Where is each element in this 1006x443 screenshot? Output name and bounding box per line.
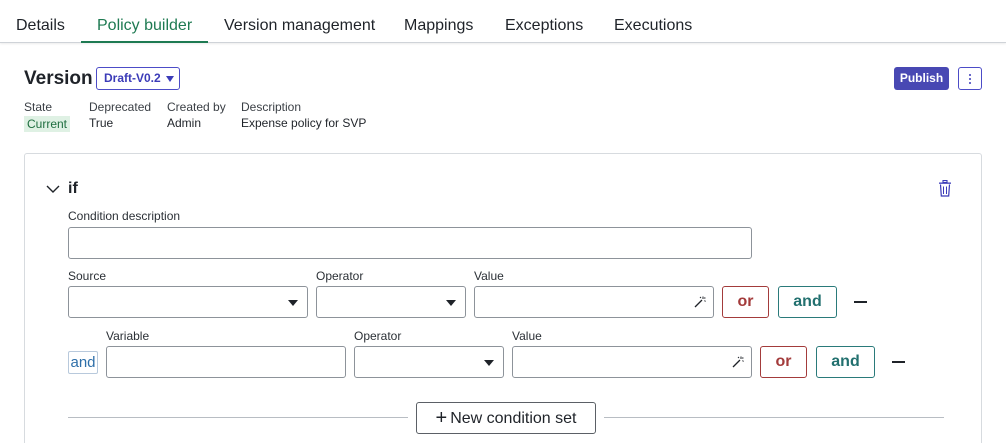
magic-wand-icon[interactable] xyxy=(732,356,744,368)
meta-deprecated: Deprecated True xyxy=(89,100,151,130)
tab-executions[interactable]: Executions xyxy=(614,0,692,43)
meta-created-by-label: Created by xyxy=(167,100,226,114)
value-label: Value xyxy=(474,269,504,283)
meta-description: Description Expense policy for SVP xyxy=(241,100,366,130)
variable-input[interactable] xyxy=(106,346,346,378)
operator-select[interactable] xyxy=(316,286,466,318)
new-condition-set-button[interactable]: + New condition set xyxy=(416,402,596,434)
tab-bar: Details Policy builder Version managemen… xyxy=(0,0,1006,43)
meta-state: State Current xyxy=(24,100,71,132)
chevron-down-icon[interactable] xyxy=(46,184,60,194)
meta-state-label: State xyxy=(24,100,53,114)
value-label-2: Value xyxy=(512,329,542,343)
caret-down-icon xyxy=(166,76,174,82)
status-badge: Current xyxy=(24,116,71,132)
operator-label: Operator xyxy=(316,269,364,283)
trash-icon[interactable] xyxy=(938,180,952,197)
divider-right xyxy=(604,417,944,418)
caret-down-icon xyxy=(288,300,298,306)
meta-deprecated-label: Deprecated xyxy=(89,100,152,114)
tab-details[interactable]: Details xyxy=(16,0,65,43)
condition-keyword: if xyxy=(68,180,78,197)
variable-label: Variable xyxy=(106,329,150,343)
or-button[interactable]: or xyxy=(722,286,769,318)
new-condition-set-label: New condition set xyxy=(450,410,577,427)
caret-down-icon xyxy=(446,300,456,306)
divider-left xyxy=(68,417,408,418)
magic-wand-icon[interactable] xyxy=(694,296,706,308)
tab-mappings[interactable]: Mappings xyxy=(404,0,473,43)
meta-description-label: Description xyxy=(241,100,302,114)
or-button-2[interactable]: or xyxy=(760,346,807,378)
value-input-2[interactable] xyxy=(512,346,752,378)
plus-icon: + xyxy=(435,407,448,429)
tab-version-management[interactable]: Version management xyxy=(224,0,375,43)
value-input[interactable] xyxy=(474,286,714,318)
caret-down-icon xyxy=(484,360,494,366)
meta-deprecated-value: True xyxy=(89,116,114,130)
publish-button[interactable]: Publish xyxy=(894,67,949,90)
tab-policy-builder[interactable]: Policy builder xyxy=(81,0,209,43)
minus-icon[interactable] xyxy=(854,301,867,303)
version-dropdown[interactable]: Draft-V0.2 xyxy=(96,67,180,90)
source-label: Source xyxy=(68,269,107,283)
condition-description-input[interactable] xyxy=(68,227,752,259)
meta-created-by-value: Admin xyxy=(167,116,202,130)
version-title: Version xyxy=(24,68,93,89)
tab-exceptions[interactable]: Exceptions xyxy=(505,0,583,43)
operator-label-2: Operator xyxy=(354,329,402,343)
meta-description-value: Expense policy for SVP xyxy=(241,116,367,130)
and-button[interactable]: and xyxy=(778,286,837,318)
more-options-button[interactable] xyxy=(958,67,982,90)
and-button-2[interactable]: and xyxy=(816,346,875,378)
version-selected-value: Draft-V0.2 xyxy=(104,71,161,85)
source-select[interactable] xyxy=(68,286,308,318)
minus-icon[interactable] xyxy=(892,361,905,363)
condition-description-label: Condition description xyxy=(68,209,181,223)
meta-created-by: Created by Admin xyxy=(167,100,226,130)
operator-select-2[interactable] xyxy=(354,346,504,378)
connector-badge: and xyxy=(68,351,98,374)
